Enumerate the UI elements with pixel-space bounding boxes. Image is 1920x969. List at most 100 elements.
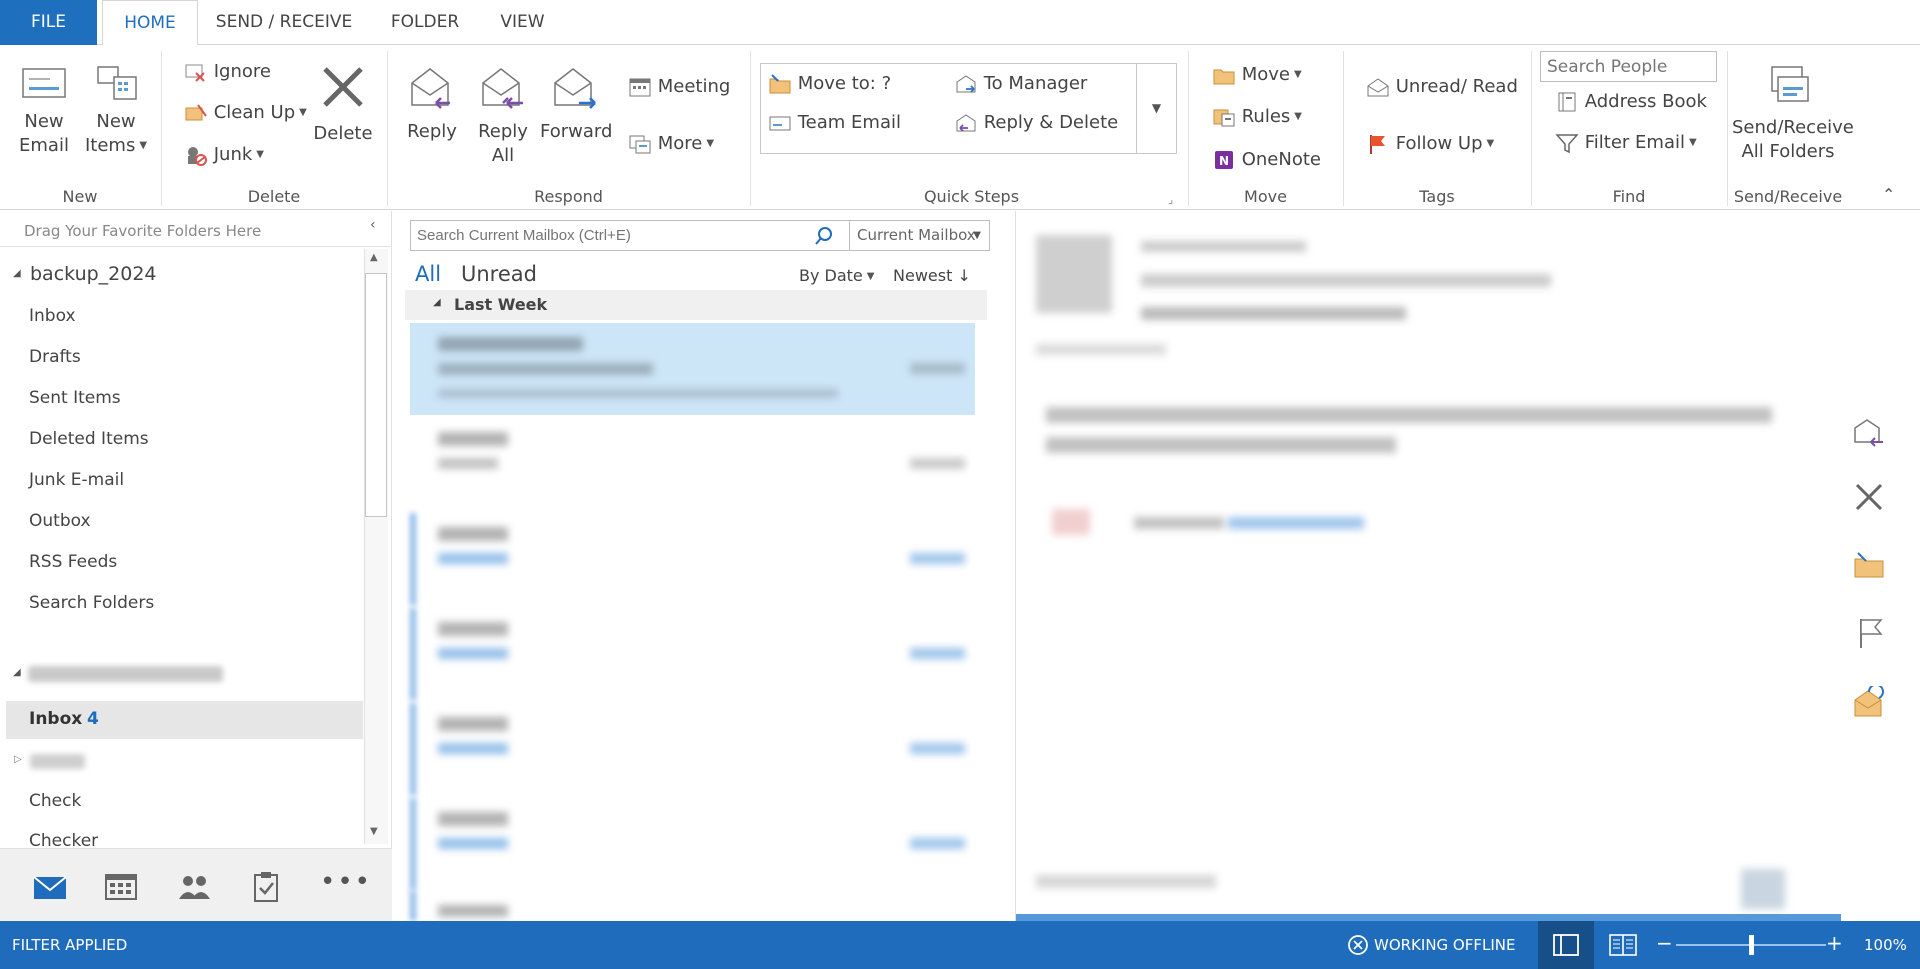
- list-item-sender: [438, 432, 508, 446]
- quick-step-to-manager[interactable]: To Manager: [954, 71, 1087, 97]
- delete-button[interactable]: Delete: [312, 63, 374, 146]
- quick-step-move-to[interactable]: Move to: ?: [768, 71, 891, 97]
- list-item[interactable]: [410, 703, 975, 795]
- reply-icon[interactable]: [1851, 416, 1885, 448]
- expand-triangle-icon[interactable]: ◢: [13, 667, 21, 678]
- mail-icon[interactable]: [30, 869, 70, 905]
- chevron-down-icon: ▼: [1294, 111, 1302, 122]
- folder-inbox-2[interactable]: Inbox: [29, 709, 82, 729]
- unread-indicator: [410, 513, 416, 605]
- onenote-button[interactable]: N OneNote: [1212, 147, 1321, 173]
- send-receive-all-folders-button[interactable]: Send/Receive All Folders: [1732, 63, 1854, 164]
- account-email-redacted[interactable]: [28, 666, 223, 682]
- mark-unread-icon[interactable]: [1851, 686, 1887, 720]
- filter-email-button[interactable]: Filter Email ▼: [1555, 130, 1697, 156]
- quick-steps-expand-button[interactable]: ▼: [1136, 64, 1176, 153]
- scrollbar-thumb[interactable]: [365, 273, 387, 517]
- folder-sent-items[interactable]: Sent Items: [29, 388, 121, 408]
- folder-rss-feeds[interactable]: RSS Feeds: [29, 552, 117, 572]
- zoom-level[interactable]: 100%: [1864, 936, 1907, 954]
- meeting-button[interactable]: Meeting: [628, 74, 730, 100]
- people-icon[interactable]: [174, 869, 214, 905]
- delete-icon[interactable]: [1853, 481, 1885, 513]
- zoom-in-button[interactable]: +: [1826, 931, 1843, 955]
- new-email-button[interactable]: New Email: [10, 63, 78, 158]
- group-header-label: Last Week: [454, 295, 548, 314]
- list-item-subject: [438, 648, 508, 659]
- list-item-preview: [438, 389, 838, 398]
- sort-by-dropdown[interactable]: By Date ▼: [799, 266, 874, 285]
- tab-send-receive[interactable]: SEND / RECEIVE: [208, 0, 360, 45]
- normal-view-button[interactable]: [1538, 921, 1594, 969]
- quick-step-reply-delete[interactable]: Reply & Delete: [954, 110, 1118, 136]
- expand-triangle-icon[interactable]: ◢: [13, 268, 21, 279]
- reading-view-icon[interactable]: [1609, 934, 1637, 956]
- clean-up-button[interactable]: Clean Up ▼: [184, 100, 307, 126]
- reply-button[interactable]: Reply: [400, 63, 464, 144]
- unread-read-button[interactable]: Unread/ Read: [1366, 74, 1518, 100]
- sender-avatar: [1036, 235, 1112, 313]
- ignore-button[interactable]: Ignore: [184, 59, 271, 85]
- more-respond-button[interactable]: More ▼: [628, 131, 714, 157]
- list-item[interactable]: [410, 513, 975, 605]
- list-item[interactable]: [410, 891, 975, 921]
- search-scope-dropdown[interactable]: Current Mailbox ▼: [850, 220, 990, 251]
- message-date: [1141, 241, 1306, 252]
- rules-button[interactable]: Rules ▼: [1212, 104, 1302, 130]
- folder-deleted-items[interactable]: Deleted Items: [29, 429, 149, 449]
- folder-junk-email[interactable]: Junk E-mail: [29, 470, 124, 490]
- team-email-icon: [769, 116, 791, 131]
- tasks-icon[interactable]: [246, 869, 286, 905]
- filter-all-tab[interactable]: All: [415, 262, 441, 286]
- follow-up-button[interactable]: Follow Up ▼: [1366, 131, 1494, 157]
- zoom-out-button[interactable]: −: [1656, 931, 1673, 955]
- envelope-open-icon: [1367, 78, 1389, 97]
- tab-file[interactable]: FILE: [0, 0, 97, 45]
- tab-view[interactable]: VIEW: [490, 0, 555, 45]
- tab-folder[interactable]: FOLDER: [380, 0, 470, 45]
- filter-unread-tab[interactable]: Unread: [461, 262, 537, 286]
- sort-order-toggle[interactable]: Newest ↓: [893, 266, 971, 285]
- folder-check[interactable]: Check: [29, 791, 81, 811]
- account-name[interactable]: backup_2024: [30, 263, 157, 285]
- tab-home[interactable]: HOME: [102, 0, 198, 46]
- dialog-launcher-icon[interactable]: ⌟: [1168, 193, 1173, 206]
- collapse-triangle-icon[interactable]: ◢: [433, 297, 441, 308]
- list-item[interactable]: [410, 323, 975, 415]
- folder-search-folders[interactable]: Search Folders: [29, 593, 154, 613]
- flag-icon[interactable]: [1856, 616, 1886, 650]
- message-link[interactable]: [1228, 517, 1364, 529]
- calendar-icon: [629, 78, 651, 97]
- people-pane-bar[interactable]: [1016, 914, 1841, 921]
- list-item[interactable]: [410, 608, 975, 700]
- folder-redacted[interactable]: [30, 754, 85, 769]
- new-email-icon: [22, 68, 66, 98]
- new-items-button[interactable]: New Items ▼: [82, 63, 150, 158]
- quick-step-team-email[interactable]: Team Email: [768, 110, 901, 136]
- move-to-folder-icon[interactable]: [1852, 549, 1886, 581]
- move-button[interactable]: Move ▼: [1212, 62, 1302, 88]
- scroll-up-icon[interactable]: ▲: [370, 252, 378, 263]
- junk-button[interactable]: Junk ▼: [184, 142, 264, 168]
- search-mailbox-input[interactable]: [410, 220, 850, 251]
- collapse-ribbon-icon[interactable]: ⌃: [1882, 185, 1895, 204]
- collapsed-triangle-icon[interactable]: ▷: [14, 754, 22, 765]
- folder-drafts[interactable]: Drafts: [29, 347, 81, 367]
- search-icon[interactable]: [813, 225, 835, 247]
- calendar-icon[interactable]: [101, 869, 141, 905]
- scroll-down-icon[interactable]: ▼: [370, 826, 378, 837]
- collapse-pane-icon[interactable]: ‹: [370, 217, 376, 233]
- reply-delete-icon: [956, 114, 976, 132]
- zoom-slider-thumb[interactable]: [1749, 935, 1754, 955]
- list-item[interactable]: [410, 418, 975, 510]
- more-apps-icon[interactable]: •••: [320, 867, 372, 897]
- folder-inbox[interactable]: Inbox: [29, 306, 76, 326]
- unread-count-badge: 4: [87, 709, 99, 729]
- forward-button[interactable]: Forward: [540, 63, 612, 144]
- folder-pane: Drag Your Favorite Folders Here ‹ ◢ back…: [0, 211, 392, 921]
- list-item[interactable]: [410, 798, 975, 890]
- reply-all-button[interactable]: Reply All: [470, 63, 536, 168]
- search-people-input[interactable]: [1540, 51, 1717, 82]
- address-book-button[interactable]: Address Book: [1555, 89, 1707, 115]
- folder-outbox[interactable]: Outbox: [29, 511, 91, 531]
